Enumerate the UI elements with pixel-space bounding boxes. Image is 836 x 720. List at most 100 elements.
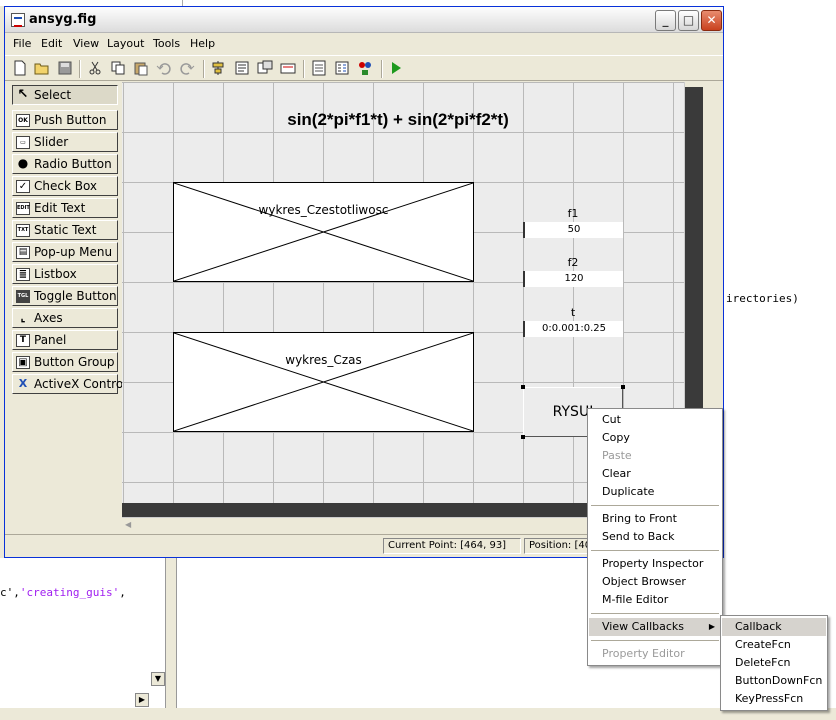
palette-edit-text[interactable]: EDIT Edit Text [12,198,118,218]
scroll-left-icon[interactable]: ◀ [125,520,131,529]
menu-separator [591,613,719,614]
maximize-button[interactable]: □ [678,10,699,31]
toolbar-separator [79,60,81,78]
label-t[interactable]: t [523,306,623,319]
code-string: 'creating_guis' [19,586,120,599]
editor-code-line: c','creating_guis', [0,586,126,599]
palette-label: Toggle Button [34,289,117,303]
menu-item-send-to-back[interactable]: Send to Back [589,528,721,546]
open-icon[interactable] [34,60,50,76]
canvas-right-border [685,87,703,417]
axes-tag-label: wykres_Czas [285,353,362,367]
palette-label: Check Box [34,179,98,193]
minimize-button[interactable]: _ [655,10,676,31]
palette-push-button[interactable]: OK Push Button [12,110,118,130]
new-icon[interactable] [12,60,28,76]
menu-item-bring-to-front[interactable]: Bring to Front [589,510,721,528]
static-text-title[interactable]: sin(2*pi*f1*t) + sin(2*pi*f2*t) [122,110,674,130]
align-icon[interactable] [210,60,226,76]
menu-item-view-callbacks[interactable]: View Callbacks ▶ [589,618,721,636]
object-browser-icon[interactable] [357,60,373,76]
submenu-item-buttondownfcn[interactable]: ButtonDownFcn [722,672,826,690]
edit-f2[interactable]: 120 [523,271,623,287]
copy-icon[interactable] [110,60,126,76]
selection-handle[interactable] [521,435,525,439]
palette-label: Button Group [34,355,115,369]
code-fragment-end: , [119,586,126,599]
palette-slider[interactable]: ▭ Slider [12,132,118,152]
submenu-item-deletefcn[interactable]: DeleteFcn [722,654,826,672]
undo-icon[interactable] [156,60,172,76]
axes-frequency[interactable]: wykres_Czestotliwosc [173,182,474,282]
palette-button-group[interactable]: ▣ Button Group [12,352,118,372]
submenu-item-callback[interactable]: Callback [722,618,826,636]
menu-item-duplicate[interactable]: Duplicate [589,483,721,501]
selection-handle[interactable] [521,385,525,389]
menu-bar: File Edit View Layout Tools Help [5,34,723,54]
cut-icon[interactable] [87,60,103,76]
edit-text-icon: EDIT [16,202,30,215]
context-menu: Cut Copy Paste Clear Duplicate Bring to … [587,408,723,666]
menu-item-clear[interactable]: Clear [589,465,721,483]
palette-radio-button[interactable]: ● Radio Button [12,154,118,174]
palette-check-box[interactable]: ✓ Check Box [12,176,118,196]
scroll-down-icon[interactable]: ▼ [151,672,165,686]
menu-edit[interactable]: Edit [41,37,62,50]
canvas-horizontal-scrollbar[interactable]: ◀ [122,517,602,534]
toolbar-separator [303,60,305,78]
toggle-button-icon: TGL [16,290,30,303]
palette-popup-menu[interactable]: ▤ Pop-up Menu [12,242,118,262]
position-readout: Position: [400 [524,538,588,554]
static-text-icon: TXT [16,224,30,237]
palette-listbox[interactable]: ≣ Listbox [12,264,118,284]
command-window-text: irectories) [726,292,799,305]
menu-file[interactable]: File [13,37,31,50]
axes-time[interactable]: wykres_Czas [173,332,474,432]
figure-icon [11,13,25,27]
palette-label: Pop-up Menu [34,245,113,259]
menu-layout[interactable]: Layout [107,37,144,50]
submenu-item-createfcn[interactable]: CreateFcn [722,636,826,654]
property-inspector-icon[interactable] [334,60,350,76]
palette-axes[interactable]: ⌞ Axes [12,308,118,328]
redo-icon[interactable] [179,60,195,76]
menu-editor-icon[interactable] [234,60,250,76]
edit-f1[interactable]: 50 [523,222,623,238]
tab-order-icon[interactable] [257,60,273,76]
menu-separator [591,550,719,551]
menu-item-m-file-editor[interactable]: M-file Editor [589,591,721,609]
label-f2[interactable]: f2 [523,256,623,269]
palette-activex-control[interactable]: X ActiveX Control [12,374,127,394]
palette-label: Push Button [34,113,107,127]
menu-item-property-inspector[interactable]: Property Inspector [589,555,721,573]
title-bar[interactable]: ansyg.fig _ □ ✕ [5,7,723,33]
m-file-editor-icon[interactable] [311,60,327,76]
button-group-icon: ▣ [16,356,30,369]
menu-tools[interactable]: Tools [153,37,180,50]
panel-icon: T [16,334,30,347]
submenu-item-keypressfcn[interactable]: KeyPressFcn [722,690,826,708]
palette-label: Edit Text [34,201,86,215]
selection-handle[interactable] [621,385,625,389]
canvas-bottom-border [122,503,602,517]
palette-select[interactable]: ↖ Select [12,85,118,105]
menu-view[interactable]: View [73,37,99,50]
scroll-right-icon[interactable]: ▶ [135,693,149,707]
palette-toggle-button[interactable]: TGL Toggle Button [12,286,118,306]
toolbar-separator [381,60,383,78]
label-f1[interactable]: f1 [523,207,623,220]
toolbar-editor-icon[interactable] [280,60,296,76]
palette-panel[interactable]: T Panel [12,330,118,350]
edit-t[interactable]: 0:0.001:0.25 [523,321,623,337]
menu-help[interactable]: Help [190,37,215,50]
palette-label: Panel [34,333,67,347]
menu-item-cut[interactable]: Cut [589,411,721,429]
close-button[interactable]: ✕ [701,10,722,31]
menu-item-object-browser[interactable]: Object Browser [589,573,721,591]
menu-item-copy[interactable]: Copy [589,429,721,447]
palette-static-text[interactable]: TXT Static Text [12,220,118,240]
save-icon[interactable] [57,60,73,76]
push-button-icon: OK [16,114,30,127]
paste-icon[interactable] [133,60,149,76]
run-icon[interactable] [388,60,404,76]
